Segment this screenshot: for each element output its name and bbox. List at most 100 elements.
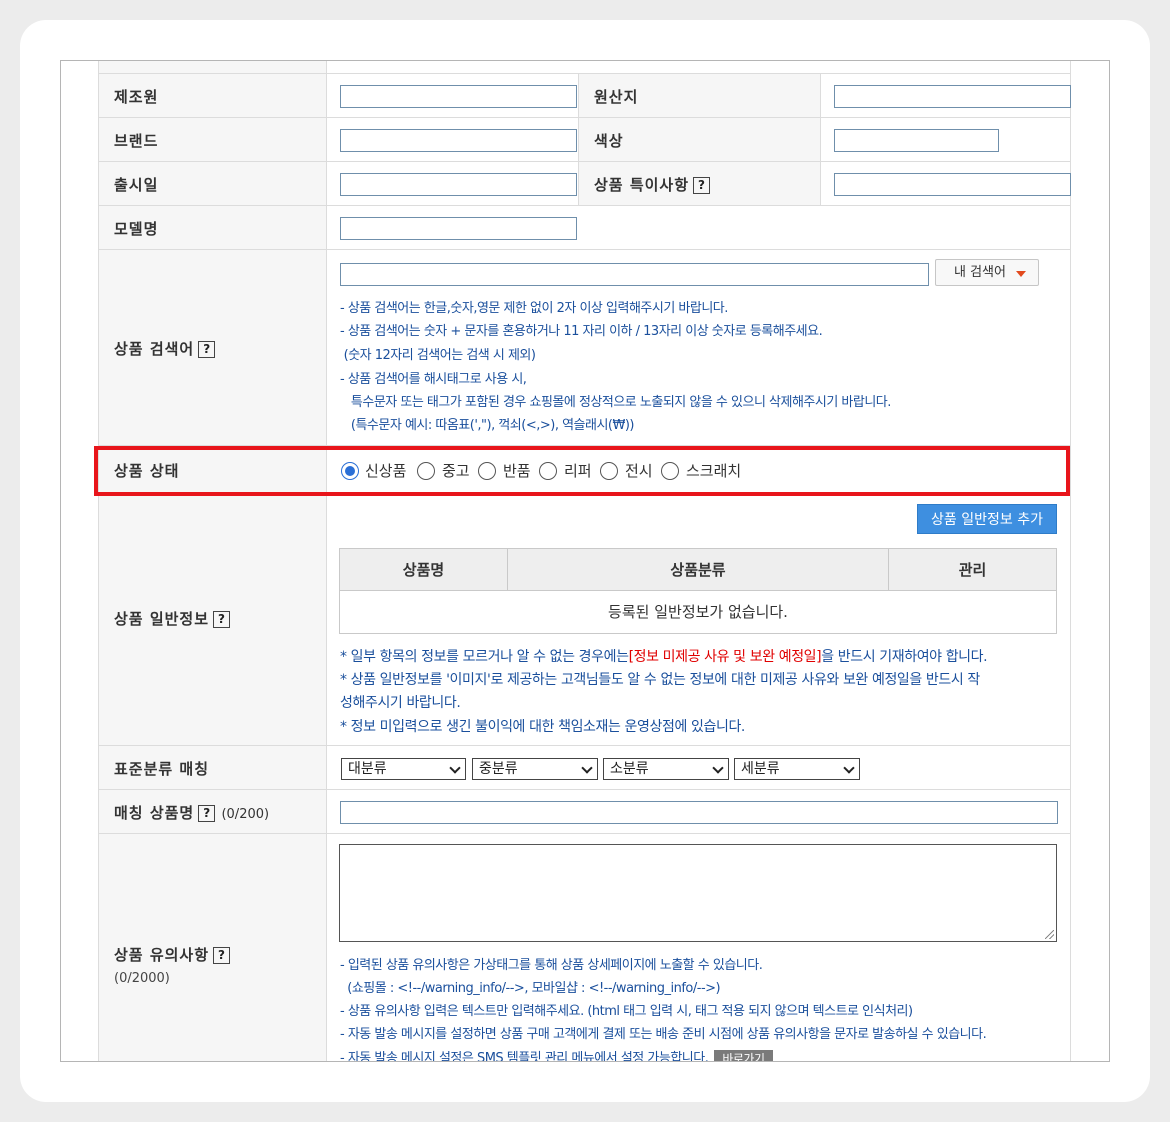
my-keywords-button[interactable]: 내 검색어 — [935, 259, 1039, 286]
product-form-table: 제조원 원산지 브랜드 색상 출시일 상품 특이사항 ? 모델명 상품 검색어 … — [98, 61, 1071, 1062]
origin-label: 원산지 — [594, 88, 639, 106]
caution-note-text: - 자동 발송 메시지 설정은 SMS 템플릿 관리 메뉴에서 설정 가능합니다… — [340, 1051, 709, 1062]
label-cell: 상품 특이사항? — [578, 162, 821, 205]
general-info-label: 상품 일반정보? — [114, 608, 231, 629]
add-general-info-button[interactable]: 상품 일반정보 추가 — [917, 504, 1057, 534]
help-icon[interactable]: ? — [198, 341, 216, 358]
column-header: 상품명 — [340, 549, 508, 591]
general-info-note: 성해주시기 바랍니다. — [340, 695, 461, 711]
my-keywords-button-label: 내 검색어 — [954, 265, 1006, 280]
special-notes-label: 상품 특이사항? — [594, 174, 711, 195]
caret-down-icon — [1016, 271, 1026, 277]
search-keyword-input[interactable] — [340, 263, 929, 286]
caution-label-text: 상품 유의사항 — [114, 946, 210, 964]
keyword-note: (숫자 12자리 검색어는 검색 시 제외) — [340, 348, 536, 363]
chevron-down-icon — [581, 762, 593, 774]
search-keyword-label-text: 상품 검색어 — [114, 340, 195, 358]
general-info-table: 상품명 상품분류 관리 등록된 일반정보가 없습니다. — [339, 548, 1057, 634]
help-icon[interactable]: ? — [198, 805, 216, 822]
keyword-note: - 상품 검색어를 해시태그로 사용 시, — [340, 372, 527, 387]
caution-note: - 자동 발송 메시지 설정은 SMS 템플릿 관리 메뉴에서 설정 가능합니다… — [340, 1047, 773, 1062]
category-medium-select[interactable]: 중분류 — [472, 758, 598, 780]
keyword-note: - 상품 검색어는 한글,숫자,영문 제한 없이 2자 이상 입력해주시기 바랍… — [340, 301, 728, 316]
label-cell: 표준분류 매칭 — [99, 746, 327, 789]
chevron-down-icon — [843, 762, 855, 774]
caution-note: (쇼핑몰 : <!--/warning_info/-->, 모바일샵 : <!-… — [340, 981, 721, 996]
manufacturer-input[interactable] — [340, 85, 577, 108]
caution-note: - 상품 유의사항 입력은 텍스트만 입력해주세요. (html 태그 입력 시… — [340, 1004, 913, 1019]
row-standard-category: 표준분류 매칭 대분류 중분류 소분류 세분류 — [99, 746, 1070, 790]
label-cell: 원산지 — [578, 74, 821, 117]
general-info-note: * 일부 항목의 정보를 모르거나 알 수 없는 경우에는[정보 미제공 사유 … — [340, 646, 988, 666]
char-counter: (0/2000) — [114, 971, 170, 986]
model-name-input[interactable] — [340, 217, 577, 240]
release-date-label: 출시일 — [114, 176, 159, 194]
model-name-label: 모델명 — [114, 220, 159, 238]
label-cell: 브랜드 — [99, 118, 327, 161]
row-brand: 브랜드 색상 — [99, 118, 1070, 162]
row-general-info: 상품 일반정보? 상품 일반정보 추가 상품명 상품분류 관리 등록된 일반정보… — [99, 496, 1070, 746]
label-cell: 매칭 상품명? (0/200) — [99, 790, 327, 833]
label-cell: 제조원 — [99, 74, 327, 117]
note-text: 을 반드시 기재하여야 합니다. — [821, 649, 988, 665]
row-manufacturer: 제조원 원산지 — [99, 74, 1071, 118]
color-label: 색상 — [594, 132, 624, 150]
help-icon[interactable]: ? — [213, 947, 231, 964]
label-cell: 상품 검색어? — [99, 250, 327, 445]
label-cell: 출시일 — [99, 162, 327, 205]
table-header: 상품명 상품분류 관리 — [340, 549, 1056, 591]
general-info-note: * 정보 미입력으로 생긴 불이익에 대한 책임소재는 운영상점에 있습니다. — [340, 719, 745, 735]
category-detail-select[interactable]: 세분류 — [734, 758, 860, 780]
search-keyword-label: 상품 검색어? — [114, 338, 216, 359]
matching-name-input[interactable] — [340, 801, 1058, 824]
keyword-note: 특수문자 또는 태그가 포함된 경우 쇼핑몰에 정상적으로 노출되지 않을 수 … — [340, 395, 892, 410]
category-small-select[interactable]: 소분류 — [603, 758, 729, 780]
row-matching-name: 매칭 상품명? (0/200) — [99, 790, 1070, 834]
label-cell: 상품 일반정보? — [99, 496, 327, 745]
row-model-name: 모델명 — [99, 206, 1070, 250]
color-input[interactable] — [834, 129, 999, 152]
chevron-down-icon — [712, 762, 724, 774]
caution-label: 상품 유의사항? — [114, 944, 231, 965]
keyword-note: - 상품 검색어는 숫자 + 문자를 혼용하거나 11 자리 이하 / 13자리… — [340, 324, 823, 339]
matching-name-label-text: 매칭 상품명 — [114, 804, 195, 822]
column-header: 상품분류 — [508, 549, 889, 591]
standard-category-label: 표준분류 매칭 — [114, 760, 210, 778]
general-info-note: * 상품 일반정보를 '이미지'로 제공하는 고객님들도 알 수 없는 정보에 … — [340, 672, 980, 688]
label-cell: 색상 — [578, 118, 821, 161]
product-form-frame: 제조원 원산지 브랜드 색상 출시일 상품 특이사항 ? 모델명 상품 검색어 … — [60, 60, 1110, 1062]
label-cell: 모델명 — [99, 206, 327, 249]
top-stub-row — [99, 61, 1070, 74]
row-caution: 상품 유의사항? (0/2000) - 입력된 상품 유의사항은 가상태그를 통… — [99, 834, 1070, 1062]
caution-note: - 입력된 상품 유의사항은 가상태그를 통해 상품 상세페이지에 노출할 수 … — [340, 958, 763, 973]
row-release-date: 출시일 상품 특이사항? — [99, 162, 1071, 206]
shortcut-button[interactable]: 바로가기 — [714, 1049, 773, 1061]
help-icon[interactable]: ? — [693, 177, 711, 194]
matching-name-label: 매칭 상품명? (0/200) — [114, 802, 269, 823]
stub-label-cell — [99, 61, 327, 73]
special-notes-label-text: 상품 특이사항 — [594, 176, 690, 194]
keyword-note: (특수문자 예시: 따옴표(',"), 꺽쇠(<,>), 역슬래시(₩)) — [340, 418, 635, 433]
note-text: * 일부 항목의 정보를 모르거나 알 수 없는 경우에는 — [340, 649, 629, 665]
brand-input[interactable] — [340, 129, 577, 152]
label-cell: 상품 유의사항? (0/2000) — [99, 834, 327, 1061]
condition-highlight-box — [94, 446, 1070, 496]
category-large-select[interactable]: 대분류 — [341, 758, 466, 780]
note-highlight: [정보 미제공 사유 및 보완 예정일] — [628, 649, 822, 665]
special-notes-input[interactable] — [834, 173, 1071, 196]
caution-note: - 자동 발송 메시지를 설정하면 상품 구매 고객에게 결제 또는 배송 준비… — [340, 1027, 987, 1042]
char-counter: (0/200) — [221, 807, 270, 822]
help-icon[interactable]: ? — [213, 611, 231, 628]
select-value: 중분류 — [479, 761, 518, 777]
select-value: 세분류 — [741, 761, 780, 777]
manufacturer-label: 제조원 — [114, 88, 159, 106]
column-header: 관리 — [958, 561, 987, 579]
chevron-down-icon — [449, 762, 461, 774]
caution-textarea[interactable] — [339, 844, 1057, 942]
general-info-label-text: 상품 일반정보 — [114, 610, 210, 628]
resize-handle-icon[interactable] — [1045, 930, 1054, 939]
select-value: 대분류 — [348, 761, 387, 777]
release-date-input[interactable] — [340, 173, 577, 196]
empty-table-message: 등록된 일반정보가 없습니다. — [608, 603, 788, 621]
origin-input[interactable] — [834, 85, 1071, 108]
